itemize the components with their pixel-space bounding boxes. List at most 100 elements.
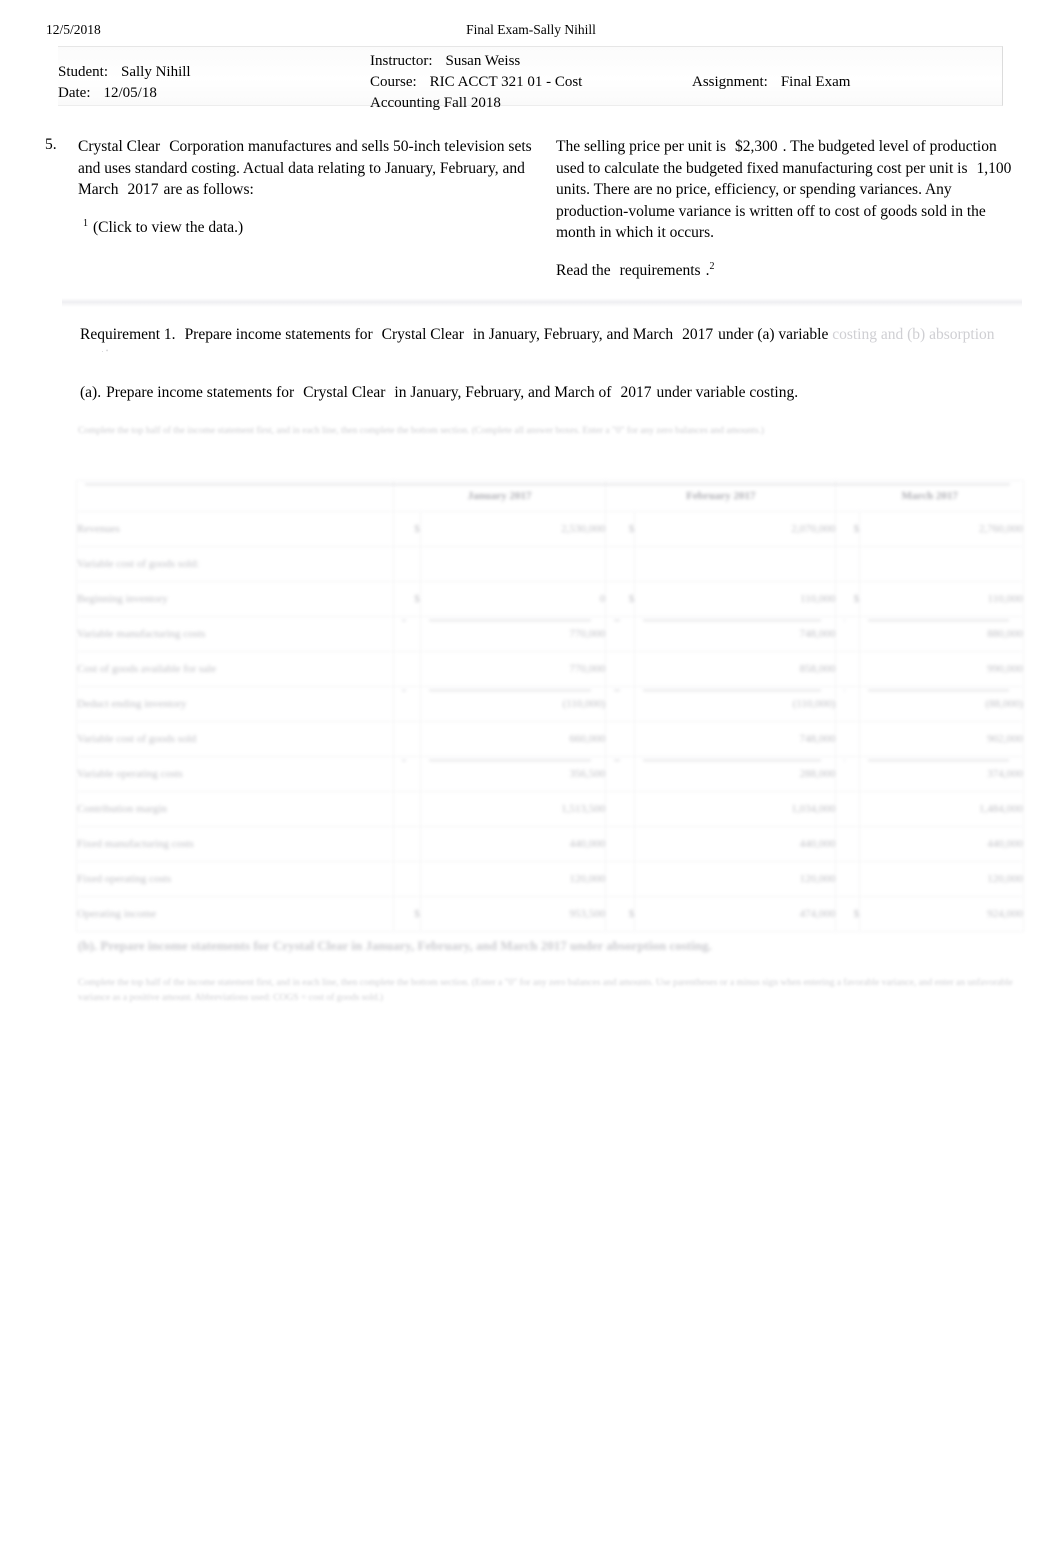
course-value: RIC ACCT 321 01 - Cost xyxy=(429,74,583,90)
cell-currency-symbol xyxy=(393,651,421,687)
cell-value[interactable]: 2,760,000 xyxy=(859,511,1024,547)
table-row: Variable operating costs 356,500 288,000 37… xyxy=(76,756,1024,792)
assignment-label: Assignment: xyxy=(692,74,768,90)
table-row: Deduct ending inventory (110,000) (110,000… xyxy=(76,686,1024,722)
cell-value[interactable]: (88,000) xyxy=(859,686,1024,722)
selling-price-value: $2,300 xyxy=(735,138,778,155)
row-label: Variable cost of goods sold: xyxy=(76,546,394,582)
read-requirements-row[interactable]: Read the requirements .2 xyxy=(556,260,1026,282)
cell-value[interactable]: (110,000) xyxy=(634,686,837,722)
row-label: Deduct ending inventory xyxy=(76,686,394,722)
cell-value[interactable]: (110,000) xyxy=(419,686,607,722)
cell-currency-symbol xyxy=(835,651,861,687)
cell-value[interactable]: 474,000 xyxy=(634,896,837,932)
question-company-name: Crystal Clear xyxy=(78,138,161,155)
table-row: Cost of goods available for sale 770,000 8… xyxy=(76,651,1024,687)
table-body: Revenues $2,530,000 $2,070,000 $2,760,000 Va… xyxy=(76,511,1024,932)
cell-value[interactable]: 1,484,000 xyxy=(859,791,1024,827)
cell-value[interactable] xyxy=(859,546,1024,582)
faded-instruction-above-table: Complete the top half of the income stat… xyxy=(78,426,764,436)
cell-value[interactable]: 356,500 xyxy=(419,756,607,792)
footnote-marker-2: 2 xyxy=(709,260,715,272)
cell-currency-symbol xyxy=(835,721,861,757)
cell-value[interactable]: 953,500 xyxy=(419,896,607,932)
part-a-text-1: Prepare income statements for xyxy=(106,384,295,401)
instructor-label: Instructor: xyxy=(370,53,433,69)
cell-currency-symbol: $ xyxy=(605,511,636,547)
cell-value[interactable] xyxy=(634,546,837,582)
cell-currency-symbol xyxy=(605,546,636,582)
question-left-text-2: are as follows: xyxy=(163,181,254,198)
cell-value[interactable]: 924,000 xyxy=(859,896,1024,932)
cell-value[interactable]: 440,000 xyxy=(634,826,837,862)
student-row: Student: Sally Nihill xyxy=(58,62,358,83)
faded-instruction-below-table: Complete the top half of the income stat… xyxy=(78,978,1013,1003)
cell-value[interactable] xyxy=(419,546,607,582)
question-right-paragraph: The selling price per unit is $2,300. The… xyxy=(556,136,1026,244)
cell-value[interactable]: 858,000 xyxy=(634,651,837,687)
budgeted-units-value: 1,100 xyxy=(976,159,1012,177)
cell-currency-symbol: $ xyxy=(605,896,636,932)
info-column-course: Instructor: Susan Weiss Course: RIC ACCT 3… xyxy=(370,51,700,114)
course-row: Course: RIC ACCT 321 01 - Cost xyxy=(370,72,700,93)
part-a-prompt: (a). Prepare income statements for Crystal… xyxy=(80,384,1026,402)
requirement-1-company: Crystal Clear xyxy=(381,326,464,343)
cell-currency-symbol xyxy=(393,616,421,652)
table-row: Variable manufacturing costs 770,000 748,0… xyxy=(76,616,1024,652)
table-row: Variable cost of goods sold 660,000 748,00… xyxy=(76,721,1024,757)
question-number: 5. xyxy=(45,136,57,153)
part-a-year: 2017 xyxy=(620,384,652,401)
cell-value[interactable]: 748,000 xyxy=(634,616,837,652)
cell-currency-symbol xyxy=(835,826,861,862)
cell-currency-symbol xyxy=(835,791,861,827)
cell-currency-symbol xyxy=(835,686,861,722)
table-row: Fixed manufacturing costs 440,000 440,000 4… xyxy=(76,826,1024,862)
cell-value[interactable]: 660,000 xyxy=(419,721,607,757)
cell-value[interactable]: 374,000 xyxy=(859,756,1024,792)
question-left-column: Crystal Clear Corporation manufactures an… xyxy=(78,136,548,238)
cell-value[interactable]: 2,530,000 xyxy=(419,511,607,547)
row-label: Variable manufacturing costs xyxy=(76,616,394,652)
cell-currency-symbol xyxy=(605,686,636,722)
row-label: Variable operating costs xyxy=(76,756,394,792)
cell-value[interactable]: 770,000 xyxy=(419,651,607,687)
requirement-1-block: Requirement 1. Prepare income statements … xyxy=(80,324,1026,352)
student-value: Sally Nihill xyxy=(121,64,191,80)
cell-value[interactable]: 440,000 xyxy=(419,826,607,862)
click-to-view-data-link[interactable]: (Click to view the data.) xyxy=(93,219,243,236)
cell-value[interactable]: 748,000 xyxy=(634,721,837,757)
cell-value[interactable]: 1,513,500 xyxy=(419,791,607,827)
assignment-row: Assignment: Final Exam xyxy=(692,72,992,93)
part-a-marker: (a). xyxy=(80,384,102,401)
requirement-1-year: 2017 xyxy=(682,326,714,343)
row-label: Cost of goods available for sale xyxy=(76,651,394,687)
cell-value[interactable]: 990,000 xyxy=(859,651,1024,687)
instructor-value: Susan Weiss xyxy=(445,53,521,69)
requirements-link[interactable]: requirements xyxy=(620,262,701,279)
page-header: 12/5/2018 Final Exam-Sally Nihill xyxy=(0,22,1062,44)
cell-currency-symbol xyxy=(835,546,861,582)
table-header-march: March 2017 xyxy=(835,480,1024,512)
cell-value[interactable]: 2,070,000 xyxy=(634,511,837,547)
requirement-1-label: Requirement 1. xyxy=(80,326,176,343)
cell-value[interactable]: 120,000 xyxy=(634,861,837,897)
view-data-link-row[interactable]: 1 (Click to view the data.) xyxy=(78,217,548,239)
cell-value[interactable]: 1,034,000 xyxy=(634,791,837,827)
cell-value[interactable]: 110,000 xyxy=(634,581,837,617)
cell-value[interactable]: 770,000 xyxy=(419,616,607,652)
cell-value[interactable]: 440,000 xyxy=(859,826,1024,862)
cell-currency-symbol: $ xyxy=(835,581,861,617)
cell-value[interactable]: 880,000 xyxy=(859,616,1024,652)
course-value-line2: Accounting Fall 2018 xyxy=(370,95,501,111)
cell-value[interactable]: 902,000 xyxy=(859,721,1024,757)
part-a-text-3: under variable costing. xyxy=(656,384,799,401)
cell-value[interactable]: 288,000 xyxy=(634,756,837,792)
cell-value[interactable]: 120,000 xyxy=(419,861,607,897)
table-row: Operating income $953,500 $474,000 $924,000 xyxy=(76,896,1024,932)
cell-value[interactable]: 0 xyxy=(419,581,607,617)
table-header-february: February 2017 xyxy=(605,480,837,512)
table-header-row: January 2017 February 2017 March 2017 xyxy=(76,480,1024,512)
part-b-prompt: (b). Prepare income statements for Cryst… xyxy=(78,938,712,953)
cell-value[interactable]: 110,000 xyxy=(859,581,1024,617)
cell-value[interactable]: 120,000 xyxy=(859,861,1024,897)
